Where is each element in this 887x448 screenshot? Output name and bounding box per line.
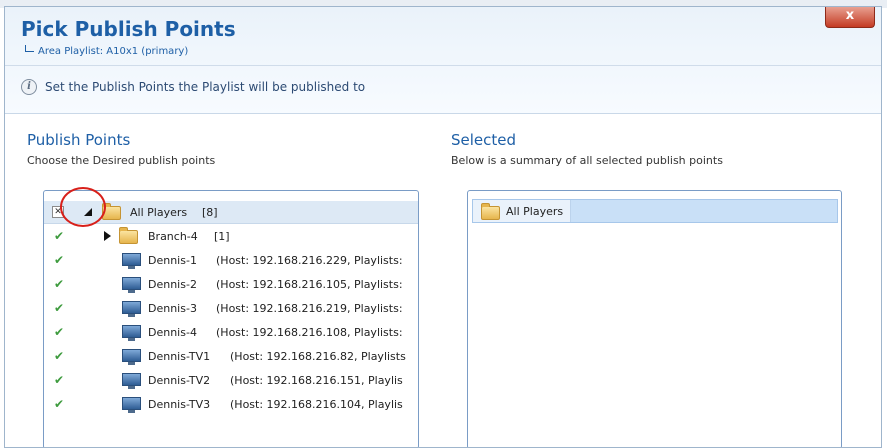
tree-item[interactable]: ✔ Dennis-3 (Host: 192.168.216.219, Playl… — [44, 297, 418, 319]
monitor-icon — [122, 277, 141, 293]
info-text: Set the Publish Points the Playlist will… — [45, 80, 366, 94]
subtitle-text: Area Playlist: A10x1 (primary) — [38, 46, 189, 57]
item-details: (Host: 192.168.216.82, Playlists — [230, 350, 406, 363]
monitor-icon — [122, 397, 141, 413]
item-name: Dennis-TV1 — [148, 350, 211, 363]
selected-item[interactable]: All Players — [472, 199, 838, 223]
subtitle-hook-icon — [25, 45, 34, 52]
item-details: (Host: 192.168.216.108, Playlists: — [216, 326, 403, 339]
item-name: Dennis-1 — [148, 254, 197, 267]
item-name: Dennis-2 — [148, 278, 197, 291]
tree-item[interactable]: ✔ Dennis-2 (Host: 192.168.216.105, Playl… — [44, 273, 418, 295]
collapse-arrow-icon[interactable] — [104, 231, 111, 241]
tree-item[interactable]: ✔ Dennis-TV1 (Host: 192.168.216.82, Play… — [44, 345, 418, 367]
tree-group-branch-4[interactable]: ✔ Branch-4 [1] — [44, 225, 418, 247]
item-details: (Host: 192.168.216.105, Playlists: — [216, 278, 403, 291]
header-divider — [5, 65, 881, 66]
checkmark-icon[interactable]: ✔ — [54, 349, 64, 363]
item-details: (Host: 192.168.216.219, Playlists: — [216, 302, 403, 315]
item-name: Dennis-3 — [148, 302, 197, 315]
publish-points-description: Choose the Desired publish points — [27, 154, 216, 167]
group-label: Branch-4 — [148, 230, 198, 243]
item-details: (Host: 192.168.216.104, Playlis — [230, 398, 403, 411]
highlight-circle-annotation — [60, 187, 106, 227]
folder-icon — [119, 227, 138, 244]
selected-item-label: All Players — [506, 205, 564, 218]
tree-item[interactable]: ✔ Dennis-4 (Host: 192.168.216.108, Playl… — [44, 321, 418, 343]
root-label: All Players — [130, 206, 188, 219]
checkmark-icon[interactable]: ✔ — [54, 229, 64, 243]
tree-item[interactable]: ✔ Dennis-1 (Host: 192.168.216.229, Playl… — [44, 249, 418, 271]
group-count: [1] — [214, 230, 230, 243]
monitor-icon — [122, 349, 141, 365]
tree-item[interactable]: ✔ Dennis-TV3 (Host: 192.168.216.104, Pla… — [44, 393, 418, 415]
monitor-icon — [122, 301, 141, 317]
selected-description: Below is a summary of all selected publi… — [451, 154, 723, 167]
monitor-icon — [122, 373, 141, 389]
root-count: [8] — [202, 206, 218, 219]
publish-points-title: Publish Points — [27, 131, 131, 149]
item-name: Dennis-TV3 — [148, 398, 211, 411]
close-button[interactable]: x — [825, 7, 875, 28]
item-details: (Host: 192.168.216.229, Playlists: — [216, 254, 403, 267]
checkmark-icon[interactable]: ✔ — [54, 397, 64, 411]
selected-title: Selected — [451, 131, 517, 149]
checkmark-icon[interactable]: ✔ — [54, 373, 64, 387]
checkmark-icon[interactable]: ✔ — [54, 253, 64, 267]
dialog-header: Pick Publish Points Area Playlist: A10x1… — [5, 7, 881, 114]
selected-list[interactable]: All Players — [467, 190, 842, 447]
item-name: Dennis-4 — [148, 326, 197, 339]
folder-icon — [481, 203, 500, 220]
item-details: (Host: 192.168.216.151, Playlis — [230, 374, 403, 387]
pick-publish-points-dialog: Pick Publish Points Area Playlist: A10x1… — [4, 6, 882, 448]
checkmark-icon[interactable]: ✔ — [54, 325, 64, 339]
dialog-subtitle: Area Playlist: A10x1 (primary) — [25, 45, 188, 57]
checkmark-icon[interactable]: ✔ — [54, 301, 64, 315]
publish-points-tree[interactable]: ✕ All Players [8] ✔ Branch-4 [1] ✔ Denni… — [43, 190, 419, 447]
monitor-icon — [122, 253, 141, 269]
monitor-icon — [122, 325, 141, 341]
item-name: Dennis-TV2 — [148, 374, 211, 387]
tree-item[interactable]: ✔ Dennis-TV2 (Host: 192.168.216.151, Pla… — [44, 369, 418, 391]
info-icon: i — [21, 79, 37, 95]
dialog-title: Pick Publish Points — [21, 17, 236, 41]
checkmark-icon[interactable]: ✔ — [54, 277, 64, 291]
